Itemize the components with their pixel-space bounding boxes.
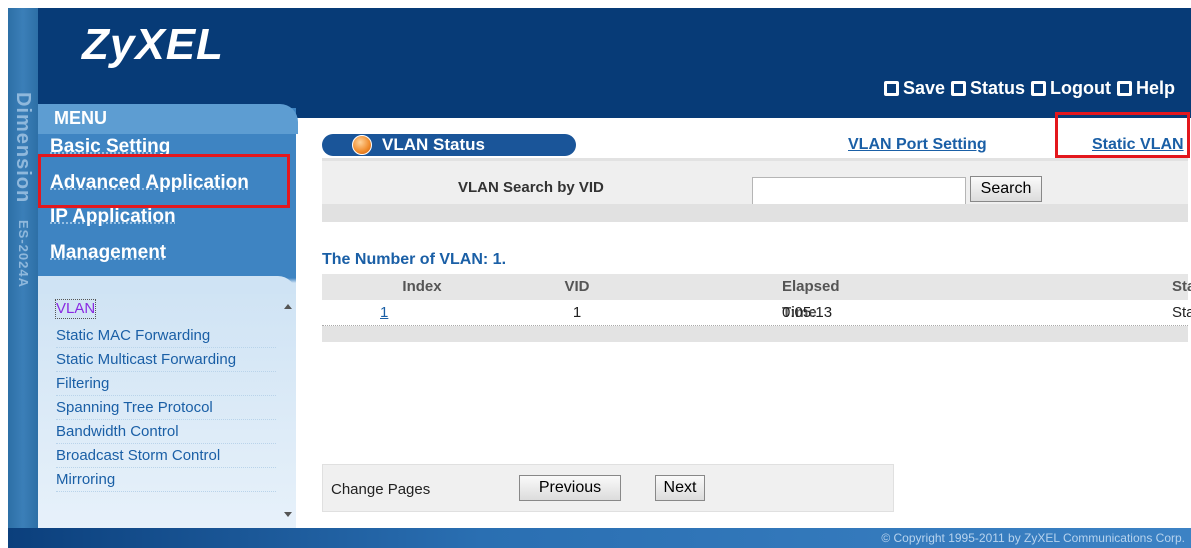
vlan-port-setting-link[interactable]: VLAN Port Setting (848, 136, 987, 154)
orange-bullet-icon (352, 135, 372, 155)
vlan-table: Index VID Elapsed Time Status 1 1 0:05:1… (322, 274, 1191, 342)
next-button[interactable]: Next (655, 475, 705, 501)
main-content: VLAN Status VLAN Port Setting Static VLA… (300, 118, 1191, 528)
header-bar: ZyXEL Save Status Logout Help (38, 8, 1191, 118)
status-link[interactable]: Status (950, 78, 1025, 99)
submenu-list: VLAN Static MAC Forwarding Static Multic… (54, 299, 276, 492)
vlan-count-text: The Number of VLAN: 1. (322, 251, 507, 268)
save-label: Save (902, 78, 945, 98)
row-status: Static (1172, 304, 1191, 321)
menu-header: MENU (38, 104, 298, 134)
status-label: Status (969, 78, 1025, 98)
tab-title: VLAN Status (382, 135, 485, 154)
highlight-advanced-application (38, 154, 290, 208)
row-index-link[interactable]: 1 (380, 304, 388, 321)
menu-management[interactable]: Management (50, 242, 166, 264)
row-vid: 1 (572, 304, 582, 321)
menu-header-label: MENU (54, 108, 107, 128)
status-icon (950, 81, 966, 96)
save-link[interactable]: Save (883, 78, 945, 99)
submenu-broadcast-storm-control[interactable]: Broadcast Storm Control (56, 444, 276, 468)
highlight-static-vlan (1055, 112, 1190, 158)
submenu-mirroring[interactable]: Mirroring (56, 468, 276, 492)
submenu-bandwidth-control[interactable]: Bandwidth Control (56, 420, 276, 444)
help-icon (1116, 81, 1132, 96)
scroll-up-arrow-icon[interactable] (284, 304, 292, 309)
search-button[interactable]: Search (970, 176, 1042, 202)
submenu-filtering[interactable]: Filtering (56, 372, 276, 396)
zyxel-logo: ZyXEL (82, 20, 224, 69)
search-panel-bottom (322, 204, 1188, 222)
search-label: VLAN Search by VID (458, 179, 604, 196)
help-label: Help (1135, 78, 1175, 98)
col-vid: VID (564, 278, 590, 295)
vid-search-input[interactable] (752, 177, 966, 205)
help-link[interactable]: Help (1116, 78, 1175, 99)
left-margin (0, 0, 8, 548)
menu-separator (38, 276, 296, 294)
col-status: Status (1172, 278, 1191, 295)
footer-bar: © Copyright 1995-2011 by ZyXEL Communica… (8, 528, 1191, 548)
copyright-text: © Copyright 1995-2011 by ZyXEL Communica… (881, 531, 1185, 545)
top-links: Save Status Logout Help (883, 78, 1175, 99)
submenu-static-multicast-forwarding[interactable]: Static Multicast Forwarding (56, 348, 276, 372)
previous-button[interactable]: Previous (519, 475, 621, 501)
submenu-spanning-tree-protocol[interactable]: Spanning Tree Protocol (56, 396, 276, 420)
menu-ip-application[interactable]: IP Application (50, 206, 176, 228)
col-index: Index (402, 278, 442, 295)
table-header: Index VID Elapsed Time Status (322, 274, 1191, 321)
vlan-status-tab: VLAN Status (322, 134, 576, 156)
submenu-static-mac-forwarding[interactable]: Static MAC Forwarding (56, 324, 276, 348)
logout-icon (1031, 81, 1046, 96)
table-row: 1 1 0:05:13 Static (322, 300, 1191, 326)
side-brand-text: Dimension (12, 92, 34, 204)
side-model-text: ES-2024A (16, 219, 31, 288)
submenu-vlan[interactable]: VLAN (54, 299, 97, 319)
save-icon (883, 81, 899, 96)
change-pages-label: Change Pages (331, 481, 431, 498)
app-window: Dimension ES-2024A ZyXEL Save Status Log… (0, 0, 1191, 548)
side-brand-strip: Dimension ES-2024A (8, 8, 38, 528)
table-footer (322, 326, 1188, 342)
logout-label: Logout (1050, 78, 1111, 98)
logout-link[interactable]: Logout (1031, 78, 1111, 99)
pager-panel: Change Pages Previous Next (322, 464, 894, 512)
scroll-down-arrow-icon[interactable] (284, 512, 292, 517)
col-elapsed-time: Elapsed Time (782, 278, 840, 321)
row-elapsed-time: 0:05:13 (782, 304, 833, 321)
